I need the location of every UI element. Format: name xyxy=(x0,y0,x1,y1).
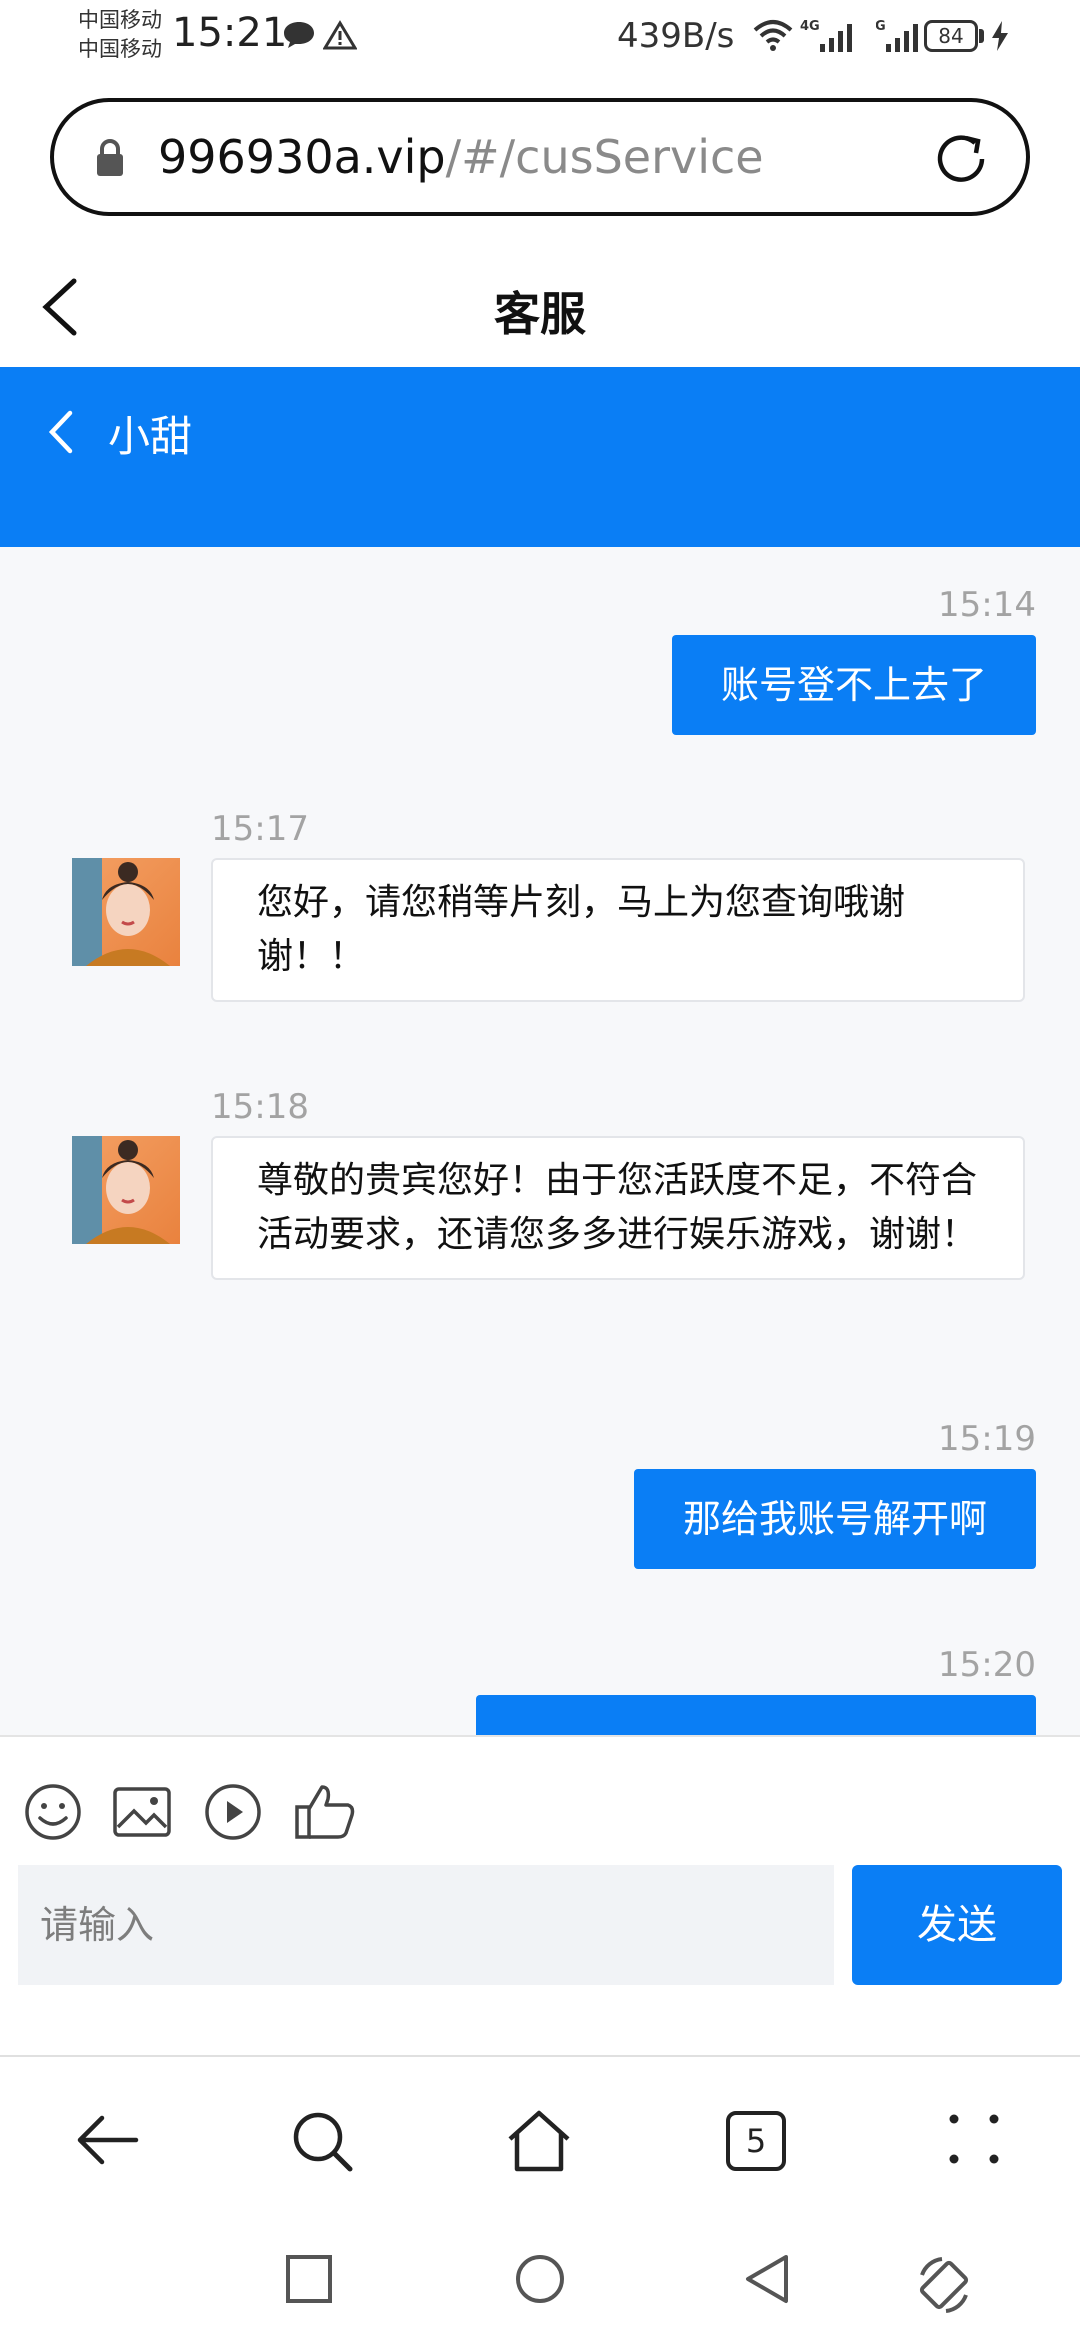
message-timestamp: 15:19 xyxy=(938,1419,1036,1459)
recents-square-icon[interactable] xyxy=(284,2253,334,2305)
contact-name: 小甜 xyxy=(108,412,193,461)
incoming-message[interactable]: 尊敬的贵宾您好！由于您活跃度不足，不符合活动要求，还请您多多进行娱乐游戏，谢谢！ xyxy=(211,1136,1025,1280)
status-bar: 中国移动 中国移动 15:21 439B/s 4G 4G 84 xyxy=(0,0,1080,80)
signal-icon: 4G xyxy=(800,19,852,52)
reload-icon[interactable] xyxy=(930,128,992,190)
page-title: 客服 xyxy=(494,287,586,341)
back-triangle-icon[interactable] xyxy=(742,2253,792,2305)
video-play-icon[interactable] xyxy=(204,1783,262,1841)
lock-icon xyxy=(97,139,123,176)
url-text[interactable]: 996930a.vip/#/cusService xyxy=(158,124,764,190)
rotate-icon[interactable] xyxy=(912,2253,976,2317)
image-icon[interactable] xyxy=(112,1783,172,1841)
avatar[interactable] xyxy=(72,1136,180,1244)
incoming-message[interactable]: 您好，请您稍等片刻，马上为您查询哦谢谢！！ xyxy=(211,858,1025,1002)
battery-tip xyxy=(979,29,984,43)
address-bar[interactable]: 996930a.vip/#/cusService xyxy=(50,98,1030,216)
system-navigation xyxy=(0,2225,1080,2340)
carrier-1: 中国移动 xyxy=(78,8,162,32)
url-path: /#/cusService xyxy=(445,130,764,184)
charging-bolt-icon xyxy=(992,21,1008,51)
chat-header: 小甜 xyxy=(0,367,1080,547)
message-list[interactable]: 15:14 账号登不上去了 15:17 您好，请您稍等片刻，马上为您查询哦谢谢！… xyxy=(0,547,1080,1735)
warning-icon xyxy=(323,20,357,50)
composer: 发送 xyxy=(0,1735,1080,2055)
browser-toolbar: 5 xyxy=(0,2055,1080,2225)
home-circle-icon[interactable] xyxy=(514,2253,566,2305)
home-icon[interactable] xyxy=(506,2109,572,2173)
outgoing-message[interactable] xyxy=(476,1695,1036,1735)
outgoing-message[interactable]: 那给我账号解开啊 xyxy=(634,1469,1036,1569)
carrier-2: 中国移动 xyxy=(78,37,162,61)
message-timestamp: 15:20 xyxy=(938,1645,1036,1685)
message-timestamp: 15:18 xyxy=(211,1087,309,1127)
message-timestamp: 15:14 xyxy=(938,585,1036,625)
emoji-icon[interactable] xyxy=(24,1783,82,1841)
chevron-left-icon[interactable] xyxy=(46,407,76,457)
page-header: 客服 xyxy=(0,240,1080,365)
more-menu-icon[interactable] xyxy=(946,2109,1002,2169)
message-timestamp: 15:17 xyxy=(211,809,309,849)
search-icon[interactable] xyxy=(290,2109,354,2173)
wifi-icon xyxy=(753,20,793,51)
chat-bubble-icon xyxy=(284,22,314,48)
thumbs-up-icon[interactable] xyxy=(294,1783,356,1841)
carrier-labels: 中国移动 中国移动 xyxy=(78,6,162,64)
avatar[interactable] xyxy=(72,858,180,966)
tabs-icon[interactable]: 5 xyxy=(726,2111,786,2171)
url-host: 996930a.vip xyxy=(158,130,446,184)
send-button[interactable]: 发送 xyxy=(852,1865,1062,1985)
message-input[interactable] xyxy=(18,1865,834,1985)
network-speed: 439B/s xyxy=(617,16,735,56)
back-arrow-icon[interactable] xyxy=(74,2109,140,2171)
battery-icon: 84 xyxy=(924,20,978,52)
signal-label-2: 4G xyxy=(876,19,886,34)
status-time: 15:21 xyxy=(172,10,288,56)
signal-label-1: 4G xyxy=(800,19,820,34)
outgoing-message[interactable]: 账号登不上去了 xyxy=(672,635,1036,735)
